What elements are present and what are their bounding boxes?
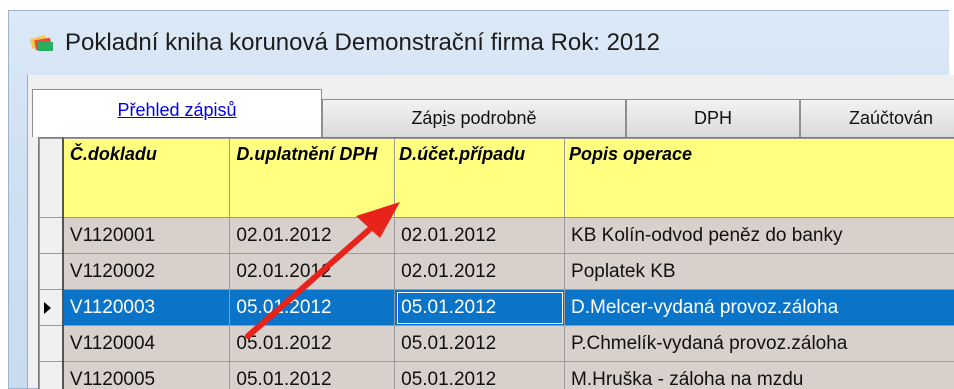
cell-ucet[interactable]: 05.01.2012 — [395, 326, 565, 362]
tab-dph[interactable]: DPH — [626, 99, 800, 137]
cell-doc[interactable]: V1120004 — [63, 326, 230, 362]
tab-zapis-podrobne[interactable]: Zápis podrobně — [322, 99, 626, 137]
client-area: Přehled zápisů Zápis podrobně DPH Zaúčto… — [27, 75, 954, 388]
cell-dph[interactable]: 02.01.2012 — [230, 254, 395, 290]
tab-label: DPH — [694, 108, 732, 128]
records-grid[interactable]: Č.dokladu D.uplatnění DPH D.účet.případu… — [38, 137, 954, 389]
col-header-cislo-dokladu[interactable]: Č.dokladu — [63, 139, 230, 218]
cell-doc[interactable]: V1120002 — [63, 254, 230, 290]
table-row[interactable]: V1120002 02.01.2012 02.01.2012 Poplatek … — [40, 254, 954, 290]
table-row[interactable]: V1120001 02.01.2012 02.01.2012 KB Kolín-… — [40, 218, 954, 254]
row-indicator — [40, 290, 63, 326]
cell-popis[interactable]: P.Chmelík-vydaná provoz.záloha — [565, 326, 954, 362]
cell-popis[interactable]: Poplatek KB — [565, 254, 954, 290]
col-header-popis-operace[interactable]: Popis operace — [565, 139, 954, 218]
tab-label: Přehled zápisů — [117, 100, 236, 120]
cell-ucet[interactable]: 02.01.2012 — [395, 254, 565, 290]
app-window: Pokladní kniha korunová Demonstrační fir… — [8, 10, 949, 389]
tab-label: Zaúčtován — [849, 108, 933, 128]
col-header-d-uplatneni-dph[interactable]: D.uplatnění DPH — [230, 139, 395, 218]
row-indicator — [40, 218, 63, 254]
window-title: Pokladní kniha korunová Demonstrační fir… — [65, 29, 660, 57]
row-indicator — [40, 326, 63, 362]
row-indicator-header — [40, 139, 63, 218]
cell-doc[interactable]: V1120005 — [63, 362, 230, 389]
header-row: Č.dokladu D.uplatnění DPH D.účet.případu… — [40, 139, 954, 218]
col-header-label: D.uplatnění DPH — [236, 144, 377, 164]
col-header-d-ucet-pripadu[interactable]: D.účet.případu — [395, 139, 565, 218]
cell-ucet[interactable]: 05.01.2012 — [395, 362, 565, 389]
tab-label-part: s podrobně — [446, 108, 536, 128]
cash-book-icon — [29, 33, 55, 53]
cell-dph[interactable]: 05.01.2012 — [230, 362, 395, 389]
table-row-selected[interactable]: V1120003 05.01.2012 05.01.2012 D.Melcer-… — [40, 290, 954, 326]
row-indicator — [40, 362, 63, 389]
cell-doc[interactable]: V1120001 — [63, 218, 230, 254]
table-row[interactable]: V1120005 05.01.2012 05.01.2012 M.Hruška … — [40, 362, 954, 389]
title-bar[interactable]: Pokladní kniha korunová Demonstrační fir… — [9, 11, 949, 75]
cell-dph[interactable]: 02.01.2012 — [230, 218, 395, 254]
row-indicator — [40, 254, 63, 290]
tab-label-part: Záp — [411, 108, 442, 128]
tab-zauctovani[interactable]: Zaúčtován — [800, 99, 954, 137]
tab-bar: Přehled zápisů Zápis podrobně DPH Zaúčto… — [28, 85, 954, 137]
cell-popis[interactable]: KB Kolín-odvod peněz do banky — [565, 218, 954, 254]
tab-prehled-zapisu[interactable]: Přehled zápisů — [32, 89, 322, 137]
cell-ucet-focused[interactable]: 05.01.2012 — [395, 290, 565, 326]
cell-popis[interactable]: M.Hruška - záloha na mzdu — [565, 362, 954, 389]
table-row[interactable]: V1120004 05.01.2012 05.01.2012 P.Chmelík… — [40, 326, 954, 362]
cell-ucet[interactable]: 02.01.2012 — [395, 218, 565, 254]
cell-popis[interactable]: D.Melcer-vydaná provoz.záloha — [565, 290, 954, 326]
current-row-pointer-icon — [44, 302, 51, 314]
cell-dph[interactable]: 05.01.2012 — [230, 290, 395, 326]
desktop-strip — [0, 0, 954, 10]
cell-dph[interactable]: 05.01.2012 — [230, 326, 395, 362]
cell-doc[interactable]: V1120003 — [63, 290, 230, 326]
records-table: Č.dokladu D.uplatnění DPH D.účet.případu… — [39, 138, 954, 389]
